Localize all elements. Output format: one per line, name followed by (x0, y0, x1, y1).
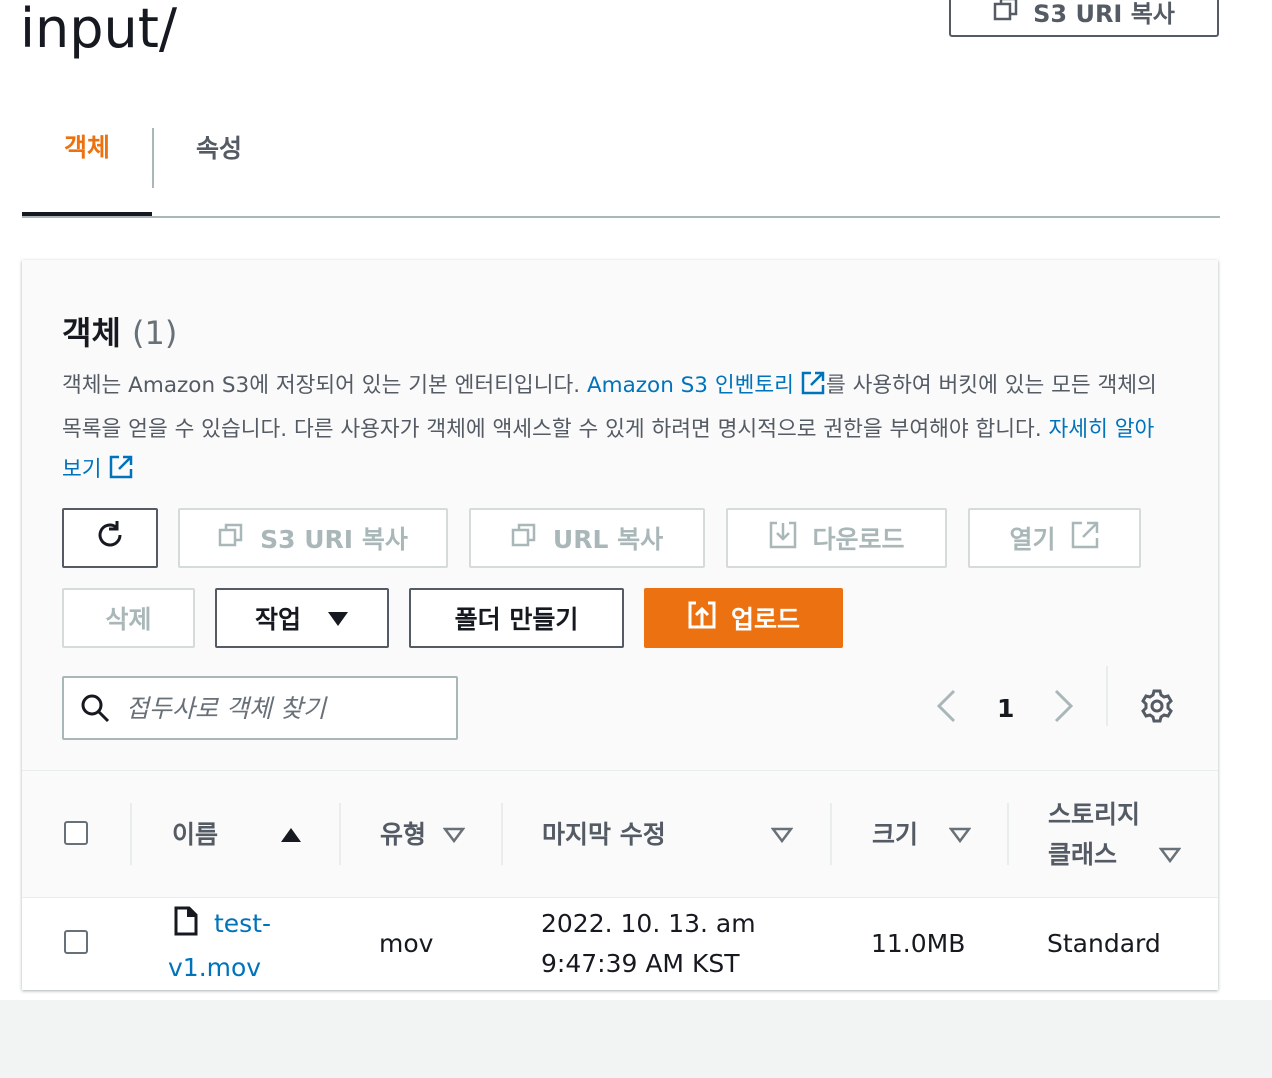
copy-icon (218, 522, 246, 554)
sort-ascending-icon[interactable] (280, 827, 302, 847)
storage-class-cell: Standard (1047, 929, 1161, 958)
upload-icon (687, 600, 717, 636)
pager-divider (1106, 666, 1108, 726)
tab-divider (152, 128, 154, 188)
caret-down-icon (327, 604, 349, 633)
column-divider (1007, 803, 1009, 865)
type-cell: mov (379, 929, 434, 958)
delete-button[interactable]: 삭제 (62, 588, 195, 648)
tab-objects[interactable]: 객체 (22, 120, 152, 216)
table-row[interactable]: test-v1.mov mov 2022. 10. 13. am 9:47:39… (22, 898, 1218, 990)
copy-icon (511, 522, 539, 554)
row-checkbox[interactable] (64, 930, 88, 954)
refresh-icon (93, 518, 127, 558)
panel-heading: 객체 (1) (62, 308, 177, 354)
copy-s3-uri-label: S3 URI 복사 (260, 525, 408, 554)
tab-properties-label: 속성 (196, 134, 243, 163)
column-divider (830, 803, 832, 865)
delete-label: 삭제 (105, 605, 152, 634)
panel-description: 객체는 Amazon S3에 저장되어 있는 기본 엔터티입니다. Amazon… (62, 366, 1162, 494)
sort-icon[interactable] (948, 827, 972, 847)
search-box (62, 676, 458, 740)
inventory-link[interactable]: Amazon S3 인벤토리 (586, 371, 826, 398)
next-page-button[interactable] (1052, 672, 1076, 744)
download-button[interactable]: 다운로드 (726, 508, 947, 568)
previous-page-button[interactable] (934, 672, 958, 744)
file-icon (174, 906, 198, 948)
tab-objects-label: 객체 (63, 133, 110, 162)
chevron-right-icon (1052, 688, 1076, 728)
inventory-link-label: Amazon S3 인벤토리 (586, 373, 794, 398)
sort-icon[interactable] (770, 827, 794, 847)
copy-url-button[interactable]: URL 복사 (469, 508, 705, 568)
create-folder-label: 폴더 만들기 (454, 605, 579, 634)
objects-panel: 객체 (1) 객체는 Amazon S3에 저장되어 있는 기본 엔터티입니다.… (22, 260, 1218, 990)
column-header-last-modified[interactable]: 마지막 수정 (542, 815, 666, 851)
object-count: (1) (132, 314, 178, 352)
upload-label: 업로드 (730, 605, 800, 634)
column-header-storage-class[interactable]: 스토리지 클래스 (1048, 795, 1158, 875)
sort-icon[interactable] (1158, 847, 1182, 867)
column-divider (339, 803, 341, 865)
external-link-icon (1070, 520, 1100, 556)
tab-bar: 객체 속성 (22, 120, 1220, 218)
search-icon (80, 693, 110, 723)
settings-button[interactable] (1139, 672, 1175, 744)
column-divider (130, 803, 132, 865)
current-page[interactable]: 1 (997, 672, 1014, 744)
sort-icon[interactable] (442, 827, 466, 847)
create-folder-button[interactable]: 폴더 만들기 (409, 588, 624, 648)
tab-properties[interactable]: 속성 (196, 120, 242, 214)
select-all-checkbox[interactable] (64, 821, 88, 845)
search-input[interactable] (124, 692, 428, 724)
copy-s3-uri-header-label: S3 URI 복사 (1033, 0, 1175, 28)
description-text-1: 객체는 Amazon S3에 저장되어 있는 기본 엔터티입니다. (62, 373, 587, 398)
copy-s3-uri-button[interactable]: S3 URI 복사 (178, 508, 448, 568)
last-modified-cell: 2022. 10. 13. am 9:47:39 AM KST (541, 909, 756, 978)
file-name-cell: test-v1.mov (168, 904, 308, 988)
external-link-icon (108, 454, 134, 494)
actions-label: 작업 (254, 605, 301, 634)
column-header-type[interactable]: 유형 (380, 815, 426, 851)
panel-heading-text: 객체 (62, 314, 121, 352)
actions-dropdown-button[interactable]: 작업 (215, 588, 389, 648)
gear-icon (1139, 688, 1175, 728)
page-title: input/ (20, 0, 178, 60)
refresh-button[interactable] (62, 508, 158, 568)
external-link-icon (800, 370, 826, 410)
copy-s3-uri-header-button[interactable]: S3 URI 복사 (949, 0, 1219, 37)
download-icon (768, 520, 798, 556)
table-header: 이름 유형 마지막 수정 크기 스토리지 클래스 (22, 770, 1218, 899)
open-button[interactable]: 열기 (968, 508, 1141, 568)
column-header-size[interactable]: 크기 (872, 815, 918, 851)
copy-url-label: URL 복사 (552, 525, 664, 554)
column-divider (501, 803, 503, 865)
objects-table: 이름 유형 마지막 수정 크기 스토리지 클래스 test-v1.mov mov… (22, 770, 1218, 990)
open-label: 열기 (1009, 525, 1056, 554)
page-content: input/ S3 URI 복사 객체 속성 객체 (1) 객체는 Amazon… (0, 0, 1272, 1000)
column-header-name[interactable]: 이름 (172, 815, 218, 851)
copy-icon (993, 0, 1019, 27)
chevron-left-icon (934, 688, 958, 728)
size-cell: 11.0MB (871, 929, 966, 958)
upload-button[interactable]: 업로드 (644, 588, 843, 648)
download-label: 다운로드 (812, 525, 905, 554)
